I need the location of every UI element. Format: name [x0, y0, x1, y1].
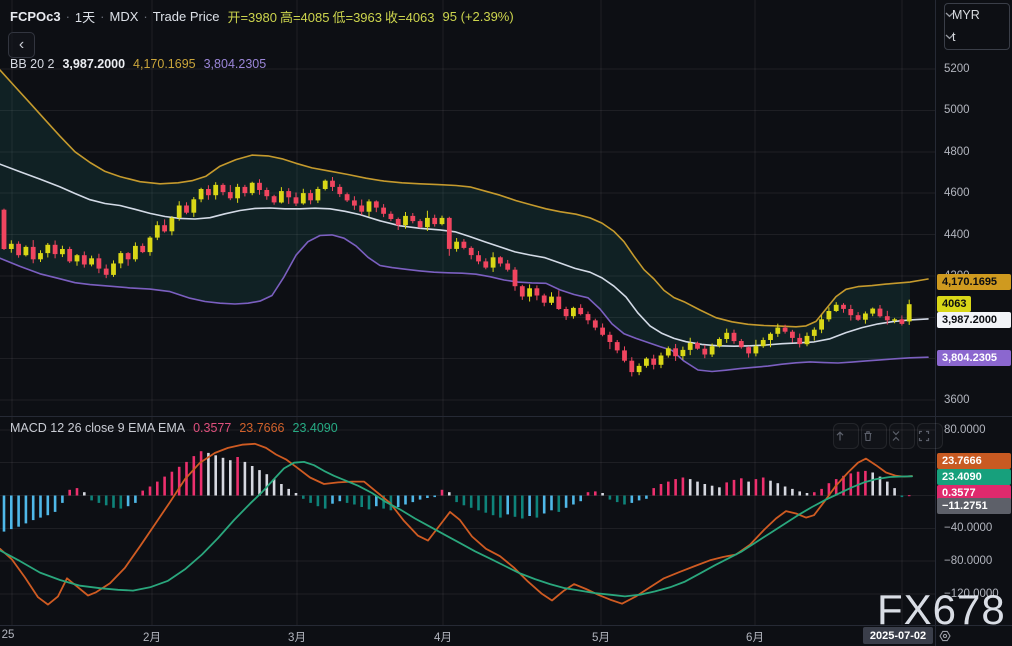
axis-tooltip-label: −11.2751: [937, 498, 1011, 514]
pane-separator[interactable]: [0, 416, 1012, 417]
macd-tick: −120.0000: [944, 587, 999, 601]
last-price-label: 4063: [937, 296, 971, 312]
macd-label: MACD 12 26 close 9 EMA EMA: [10, 421, 185, 435]
interval-label[interactable]: 1天: [75, 7, 95, 26]
bb-lower-price-label: 3,804.2305: [937, 350, 1011, 366]
maximize-icon: [918, 430, 930, 442]
bb-basis-price-label: 3,987.2000: [937, 312, 1011, 328]
ohlc-item: 开=3980: [227, 10, 277, 25]
time-axis[interactable]: 25 2月 3月 4月 5月 6月 2025-07-02: [0, 626, 1012, 646]
ohlc-item: 收=4063: [385, 10, 435, 25]
macd-indicator-row[interactable]: MACD 12 26 close 9 EMA EMA 0.3577 23.766…: [10, 421, 338, 435]
bb-upper-price-label: 4,170.1695: [937, 274, 1011, 290]
bb-label: BB 20 2: [10, 57, 54, 71]
chevron-down-icon: [945, 12, 954, 18]
bb-indicator-row[interactable]: BB 20 2 3,987.2000 4,170.1695 3,804.2305: [10, 57, 266, 71]
bb-lower-value: 3,804.2305: [204, 57, 267, 71]
signal-line-value-label: 23.4090: [937, 469, 1011, 485]
macd-hist-value: 0.3577: [193, 421, 231, 435]
price-tick-5200: 5200: [944, 62, 970, 76]
currency-dropdown[interactable]: MYR: [945, 4, 1009, 26]
chevron-down-icon: [945, 34, 954, 40]
currency-unit-selector: MYR t: [944, 3, 1010, 50]
series-type-label: Trade Price: [153, 9, 220, 24]
symbol-header: FCPOc3 · 1天 · MDX · Trade Price 开=3980高=…: [10, 7, 514, 26]
macd-tick: 80.0000: [944, 423, 986, 437]
price-tick-4400: 4400: [944, 228, 970, 242]
macd-line-value-label: 23.7666: [937, 453, 1011, 469]
price-tick-4800: 4800: [944, 145, 970, 159]
collapse-pane-button[interactable]: [889, 423, 915, 449]
price-axis[interactable]: 52005000480046004400420040003800360080.0…: [936, 0, 1012, 646]
arrow-up-icon: [834, 430, 846, 442]
price-tick-4600: 4600: [944, 186, 970, 200]
collapse-icon: [890, 430, 902, 442]
chevron-left-icon: ‹: [19, 36, 24, 54]
trash-icon: [862, 430, 874, 442]
back-button[interactable]: ‹: [8, 32, 35, 58]
bb-basis-value: 3,987.2000: [62, 57, 125, 71]
delete-pane-button[interactable]: [861, 423, 887, 449]
ohlc-item: 低=3963: [332, 10, 382, 25]
time-label-3月: 3月: [288, 629, 306, 645]
move-pane-up-button[interactable]: [833, 423, 859, 449]
time-label-2月: 2月: [143, 629, 161, 645]
currency-value: MYR: [952, 8, 980, 22]
macd-tick: −40.0000: [944, 521, 992, 535]
exchange-label: MDX: [110, 9, 139, 24]
trading-chart-app: FCPOc3 · 1天 · MDX · Trade Price 开=3980高=…: [0, 0, 1012, 646]
time-label-4月: 4月: [434, 629, 452, 645]
axis-settings-button[interactable]: [937, 626, 1012, 646]
macd-chart-canvas[interactable]: [0, 417, 936, 625]
time-label-6月: 6月: [746, 629, 764, 645]
macd-line-value: 23.7666: [239, 421, 284, 435]
symbol-name[interactable]: FCPOc3: [10, 9, 61, 24]
hexagon-settings-icon: [937, 628, 953, 644]
maximize-pane-button[interactable]: [917, 423, 943, 449]
change-value: 95 (+2.39%): [443, 9, 514, 24]
unit-dropdown[interactable]: t: [945, 26, 1009, 48]
macd-tick: −80.0000: [944, 554, 992, 568]
bb-upper-value: 4,170.1695: [133, 57, 196, 71]
time-label-5月: 5月: [592, 629, 610, 645]
macd-signal-value: 23.4090: [293, 421, 338, 435]
ohlc-values: 开=3980高=4085低=3963收=4063: [224, 7, 434, 26]
time-label-25: 25: [2, 629, 15, 641]
last-date-label: 2025-07-02: [863, 627, 933, 644]
price-tick-3600: 3600: [944, 393, 970, 407]
ohlc-item: 高=4085: [280, 10, 330, 25]
price-axis-separator: [935, 0, 936, 646]
price-tick-5000: 5000: [944, 103, 970, 117]
